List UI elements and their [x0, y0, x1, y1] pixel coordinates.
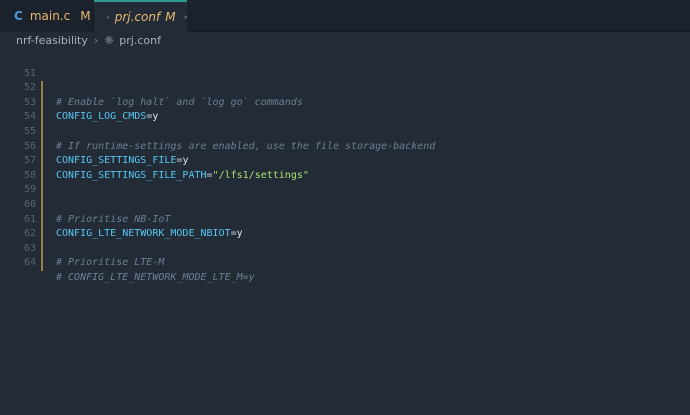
breadcrumb: nrf-feasibility › prj.conf: [0, 32, 690, 48]
gear-icon: [105, 36, 114, 44]
code-line[interactable]: 54 # If runtime-settings are enabled, us…: [0, 96, 690, 151]
code-line[interactable]: 64: [0, 242, 690, 268]
breadcrumb-folder[interactable]: nrf-feasibility: [16, 34, 88, 47]
comment-text: # CONFIG_LTE_NETWORK_MODE_LTE_M=y: [56, 271, 255, 283]
breadcrumb-file[interactable]: prj.conf: [119, 34, 161, 47]
tab-label: prj.conf: [114, 10, 161, 24]
code-line[interactable]: 59 # Prioritise NB-IoT: [0, 169, 690, 224]
editor-window: C main.c M prj.conf M nrf-feasibility › …: [0, 0, 690, 415]
modified-badge: M: [165, 10, 176, 24]
c-language-icon: C: [14, 9, 23, 23]
tab-bar: C main.c M prj.conf M: [0, 0, 690, 32]
close-icon[interactable]: [183, 12, 187, 22]
line-number: 64: [23, 257, 36, 269]
code-line[interactable]: 62 # Prioritise LTE-M: [0, 213, 690, 268]
tab-prj-conf[interactable]: prj.conf M: [94, 0, 187, 32]
comment-text: # Prioritise LTE-M: [56, 257, 165, 269]
code-line[interactable]: 58: [0, 154, 690, 198]
tab-label: main.c: [29, 9, 71, 23]
code-line[interactable]: 55 CONFIG_SETTINGS_FILE=y: [0, 110, 690, 166]
gear-icon: [106, 15, 110, 19]
code-line[interactable]: 61: [0, 198, 690, 242]
code-line[interactable]: 60 CONFIG_LTE_NETWORK_MODE_NBIOT=y: [0, 183, 690, 239]
modified-badge: M: [80, 9, 91, 23]
modified-gutter-marker: [41, 256, 43, 271]
code-line[interactable]: 57: [0, 140, 690, 184]
code-line[interactable]: 56 CONFIG_SETTINGS_FILE_PATH="/lfs1/sett…: [0, 125, 690, 181]
tab-main-c[interactable]: C main.c M: [0, 0, 94, 32]
code-editor[interactable]: 51 # Enable `log halt` and `log go` comm…: [0, 52, 690, 415]
chevron-right-icon: ›: [93, 33, 99, 47]
code-line[interactable]: 52 CONFIG_LOG_CMDS=y: [0, 67, 690, 122]
code-line[interactable]: 51 # Enable `log halt` and `log go` comm…: [0, 52, 690, 108]
code-line[interactable]: 63 # CONFIG_LTE_NETWORK_MODE_LTE_M=y: [0, 227, 690, 283]
code-line[interactable]: 53: [0, 81, 690, 125]
